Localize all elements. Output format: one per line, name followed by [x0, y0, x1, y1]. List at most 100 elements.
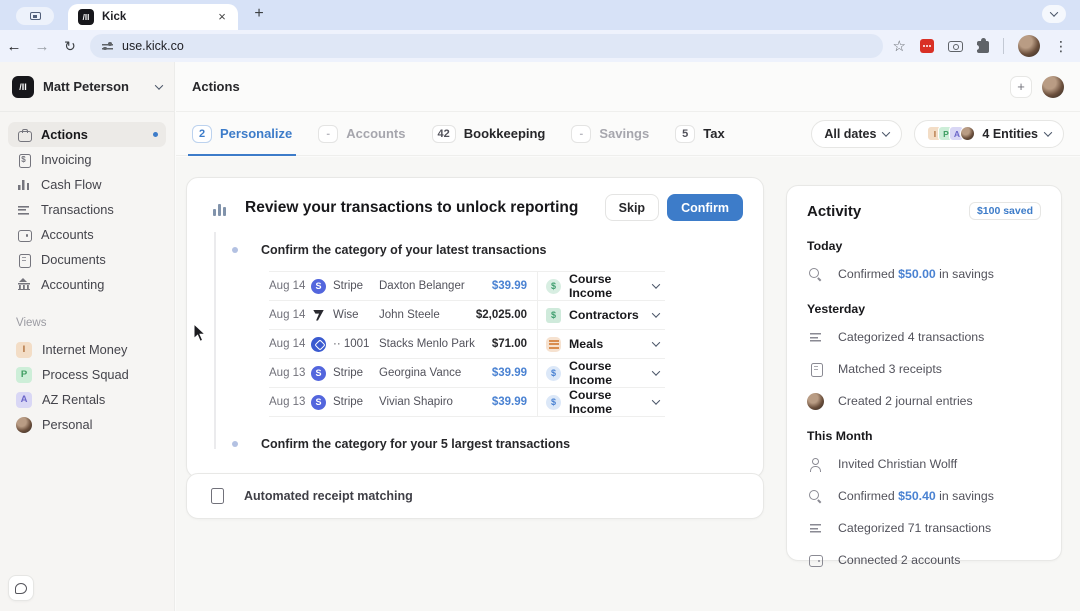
activity-text: in savings: [936, 489, 994, 503]
savings-badge: $100 saved: [969, 202, 1041, 220]
sidebar-view-az-rentals[interactable]: A AZ Rentals: [8, 387, 166, 412]
category-select[interactable]: Course Income: [537, 388, 665, 416]
sidebar-view-process-squad[interactable]: P Process Squad: [8, 362, 166, 387]
category-select[interactable]: Contractors: [537, 301, 665, 329]
entities-filter-button[interactable]: I P A 4 Entities: [914, 120, 1064, 148]
transaction-amount: $71.00: [475, 338, 537, 350]
transaction-date: Aug 13: [269, 367, 311, 379]
workspace-switcher[interactable]: /II Matt Peterson: [0, 62, 174, 112]
tab-search-button[interactable]: [16, 7, 54, 25]
tab-count-badge: 5: [675, 125, 695, 143]
sidebar-item-invoicing[interactable]: Invoicing: [8, 147, 166, 172]
activity-amount: $50.00: [898, 267, 936, 281]
entity-badge: P: [16, 367, 32, 383]
category-label: Course Income: [569, 272, 653, 300]
sidebar-view-personal[interactable]: Personal: [8, 412, 166, 437]
add-button[interactable]: +: [1010, 76, 1032, 98]
extension-icon[interactable]: [920, 39, 934, 53]
sidebar-item-accounting[interactable]: Accounting: [8, 272, 166, 297]
skip-button[interactable]: Skip: [605, 194, 659, 221]
wallet-icon: [807, 552, 824, 569]
sidebar-item-cash-flow[interactable]: Cash Flow: [8, 172, 166, 197]
date-filter-button[interactable]: All dates: [811, 120, 902, 148]
tab-tax[interactable]: 5 Tax: [675, 112, 724, 155]
activity-text: Matched 3 receipts: [838, 362, 942, 376]
category-icon: [546, 366, 561, 381]
activity-item: Connected 2 accounts: [807, 551, 1041, 569]
category-select[interactable]: Course Income: [537, 359, 665, 387]
chevron-down-icon: [652, 309, 660, 317]
browser-profile-avatar[interactable]: [1018, 35, 1040, 57]
transaction-amount: $39.99: [475, 367, 537, 379]
entity-avatar: [960, 126, 975, 141]
stripe-icon: [311, 279, 326, 294]
tab-close-icon[interactable]: ×: [214, 9, 230, 25]
back-button[interactable]: ←: [0, 38, 28, 55]
tab-list-chevron-button[interactable]: [1042, 5, 1066, 23]
confirm-button[interactable]: Confirm: [667, 194, 743, 221]
browser-menu-icon[interactable]: ⋮: [1054, 38, 1068, 55]
sidebar-item-label: Transactions: [41, 202, 114, 217]
transaction-amount: $39.99: [475, 280, 537, 292]
tab-bookkeeping[interactable]: 42 Bookkeeping: [432, 112, 546, 155]
chat-bubble-icon: [15, 583, 27, 594]
transactions-icon: [16, 202, 31, 217]
activity-panel: Activity $100 saved Today Confirmed $50.…: [786, 185, 1062, 561]
reload-button[interactable]: ↻: [56, 38, 84, 55]
category-select[interactable]: Meals: [537, 330, 665, 358]
chevron-down-icon: [1044, 128, 1052, 136]
sidebar-view-internet-money[interactable]: I Internet Money: [8, 337, 166, 362]
transaction-payee: Daxton Belanger: [379, 280, 475, 292]
camera-extension-icon[interactable]: [948, 41, 963, 52]
actions-icon: [16, 127, 31, 142]
sidebar-item-documents[interactable]: Documents: [8, 247, 166, 272]
url-bar[interactable]: use.kick.co: [90, 34, 883, 58]
view-label: Internet Money: [42, 342, 127, 357]
support-chat-button[interactable]: [8, 575, 34, 601]
user-avatar[interactable]: [1042, 76, 1064, 98]
browser-tab[interactable]: /II Kick ×: [68, 4, 238, 30]
activity-item: Confirmed $50.40 in savings: [807, 487, 1041, 505]
transaction-row: Aug 13 Stripe Georgina Vance $39.99 Cour…: [269, 359, 665, 388]
extensions-puzzle-icon[interactable]: [977, 41, 989, 53]
transaction-row: Aug 14 ·· 1001 Stacks Menlo Park $71.00 …: [269, 330, 665, 359]
forward-button[interactable]: →: [28, 38, 56, 55]
receipt-icon: [807, 361, 824, 378]
step-confirm-latest: Confirm the category of your latest tran…: [261, 243, 743, 257]
kick-favicon: /II: [78, 9, 94, 25]
activity-item: Categorized 4 transactions: [807, 328, 1041, 346]
sidebar-item-accounts[interactable]: Accounts: [8, 222, 166, 247]
tab-count-badge: 2: [192, 125, 212, 143]
documents-icon: [16, 252, 31, 267]
list-icon: [807, 329, 824, 346]
activity-text: in savings: [936, 267, 994, 281]
tab-label: Savings: [599, 126, 649, 141]
category-select[interactable]: Course Income: [537, 272, 665, 300]
workspace-name: Matt Peterson: [43, 79, 156, 94]
magnifier-icon: [807, 488, 824, 505]
chevron-down-icon: [652, 338, 660, 346]
transaction-source: Wise: [333, 309, 379, 321]
bookmark-star-icon[interactable]: ☆: [893, 37, 906, 55]
tab-savings[interactable]: - Savings: [571, 112, 649, 155]
receipt-matching-card[interactable]: Automated receipt matching: [186, 473, 764, 519]
tab-personalize[interactable]: 2 Personalize: [192, 112, 292, 155]
new-tab-button[interactable]: +: [250, 5, 268, 23]
accounts-icon: [16, 227, 31, 242]
category-label: Course Income: [569, 388, 653, 416]
activity-text: Confirmed: [838, 267, 898, 281]
activity-text: Invited Christian Wolff: [838, 457, 957, 471]
tab-accounts[interactable]: - Accounts: [318, 112, 405, 155]
tab-count-badge: -: [571, 125, 591, 143]
tab-label: Accounts: [346, 126, 405, 141]
bank-card-icon: [311, 337, 326, 352]
list-icon: [807, 520, 824, 537]
activity-text: Categorized 71 transactions: [838, 521, 991, 535]
transaction-date: Aug 13: [269, 396, 311, 408]
sidebar-item-actions[interactable]: Actions: [8, 122, 166, 147]
sidebar-item-label: Accounts: [41, 227, 94, 242]
site-settings-icon[interactable]: [102, 42, 113, 51]
sidebar-item-transactions[interactable]: Transactions: [8, 197, 166, 222]
activity-item: Matched 3 receipts: [807, 360, 1041, 378]
transaction-amount: $2,025.00: [475, 309, 537, 321]
